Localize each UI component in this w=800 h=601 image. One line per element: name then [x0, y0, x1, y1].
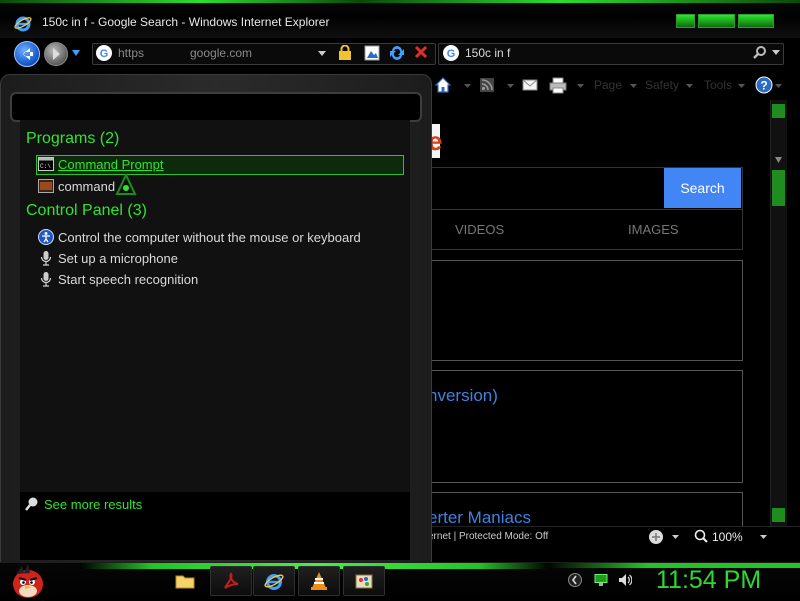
- print-icon[interactable]: [549, 76, 567, 94]
- chevron-down-icon[interactable]: [72, 50, 80, 56]
- svg-text:G: G: [100, 48, 109, 60]
- stop-icon[interactable]: [414, 45, 428, 59]
- zoom-icon[interactable]: [694, 529, 708, 543]
- taskbar-paint-button[interactable]: [343, 566, 385, 596]
- taskbar-vlc-button[interactable]: [298, 566, 340, 596]
- scroll-up-button[interactable]: [772, 104, 785, 118]
- safety-menu[interactable]: Safety: [645, 78, 679, 92]
- scroll-down-button[interactable]: [772, 508, 785, 522]
- result-ease-of-access[interactable]: Control the computer without the mouse o…: [58, 230, 361, 245]
- tab-images[interactable]: IMAGES: [628, 222, 679, 237]
- zoom-level[interactable]: 100%: [712, 530, 743, 544]
- address-host: google.com: [190, 46, 253, 60]
- tools-dropdown-icon[interactable]: [738, 84, 745, 88]
- taskbar-internet-explorer-button[interactable]: [253, 566, 295, 596]
- tray-app-icon[interactable]: [568, 573, 582, 587]
- home-dropdown-icon[interactable]: [464, 84, 471, 88]
- control-panel-header: Control Panel (3): [26, 202, 147, 219]
- mail-icon[interactable]: [522, 78, 538, 92]
- window-controls: [676, 14, 775, 28]
- help-icon[interactable]: ?: [755, 76, 773, 94]
- internet-explorer-icon: [264, 574, 284, 590]
- result-setup-microphone[interactable]: Set up a microphone: [58, 251, 178, 266]
- see-more-results-link[interactable]: See more results: [44, 497, 142, 512]
- result-card: [428, 260, 743, 361]
- address-protocol: https: [118, 46, 145, 60]
- scroll-thumb[interactable]: [772, 170, 785, 206]
- forward-button[interactable]: [44, 42, 68, 66]
- window-title: 150c in f - Google Search - Windows Inte…: [42, 15, 330, 29]
- svg-text:?: ?: [760, 79, 767, 93]
- safety-dropdown-icon[interactable]: [686, 84, 693, 88]
- search-icon[interactable]: [752, 45, 768, 61]
- address-dropdown-icon[interactable]: [318, 51, 326, 56]
- result-command[interactable]: command: [58, 179, 115, 194]
- popup-blocker-icon[interactable]: [648, 529, 664, 545]
- scroll-grip-icon: [775, 157, 782, 163]
- status-zone-text: ernet | Protected Mode: Off: [428, 531, 549, 542]
- acrobat-icon: [224, 572, 239, 589]
- clock[interactable]: 11:54 PM: [656, 566, 761, 595]
- taskbar-explorer-button[interactable]: [164, 566, 206, 596]
- page-menu[interactable]: Page: [594, 78, 622, 92]
- zoom-dropdown-icon[interactable]: [760, 535, 767, 539]
- close-button[interactable]: [737, 14, 775, 28]
- google-search-provider-icon: G: [443, 45, 459, 61]
- tools-menu[interactable]: Tools: [704, 78, 732, 92]
- mouse-cursor-icon: [115, 174, 137, 195]
- status-dropdown-icon[interactable]: [672, 535, 679, 539]
- print-dropdown-icon[interactable]: [577, 84, 584, 88]
- compatibility-view-icon[interactable]: [364, 45, 380, 61]
- feeds-icon[interactable]: [480, 78, 494, 92]
- svg-text:G: G: [447, 48, 456, 60]
- vertical-scrollbar[interactable]: [770, 100, 787, 526]
- feeds-dropdown-icon[interactable]: [507, 84, 514, 88]
- volume-icon[interactable]: [618, 573, 632, 587]
- page-dropdown-icon[interactable]: [630, 84, 637, 88]
- search-options-dropdown-icon[interactable]: [772, 50, 780, 55]
- forward-arrow-icon: [53, 48, 60, 60]
- microphone-icon: [40, 251, 52, 266]
- result-link[interactable]: erter Maniacs: [428, 508, 531, 528]
- result-speech-recognition[interactable]: Start speech recognition: [58, 272, 198, 287]
- google-search-button[interactable]: Search: [664, 168, 741, 208]
- taskbar-acrobat-button[interactable]: [210, 566, 252, 596]
- paint-icon: [355, 574, 373, 589]
- start-menu-search-box[interactable]: [10, 92, 422, 122]
- result-link[interactable]: nversion): [428, 386, 498, 406]
- ease-of-access-icon: [38, 229, 54, 245]
- internet-explorer-icon: [14, 16, 32, 32]
- start-button[interactable]: [8, 562, 48, 600]
- microphone-icon: [40, 272, 52, 287]
- cmd-icon: C:\: [38, 157, 54, 171]
- help-dropdown-icon[interactable]: [775, 84, 782, 88]
- network-icon[interactable]: [594, 574, 608, 586]
- folder-icon: [175, 575, 195, 589]
- command-icon: [38, 179, 54, 193]
- minimize-button[interactable]: [676, 14, 696, 28]
- search-query: 150c in f: [465, 46, 511, 60]
- lock-icon[interactable]: [338, 45, 352, 60]
- back-arrow-icon: [23, 48, 33, 60]
- google-favicon-icon: G: [96, 45, 112, 61]
- search-more-icon: [25, 497, 38, 511]
- result-label: Command Prompt: [58, 157, 164, 172]
- refresh-icon[interactable]: [389, 45, 405, 61]
- programs-header: Programs (2): [26, 130, 120, 147]
- home-icon[interactable]: [434, 76, 452, 94]
- vlc-icon: [311, 572, 327, 590]
- svg-text:C:\: C:\: [40, 163, 51, 170]
- tab-videos[interactable]: VIDEOS: [455, 222, 504, 237]
- maximize-button[interactable]: [698, 14, 735, 28]
- back-button[interactable]: [14, 41, 40, 67]
